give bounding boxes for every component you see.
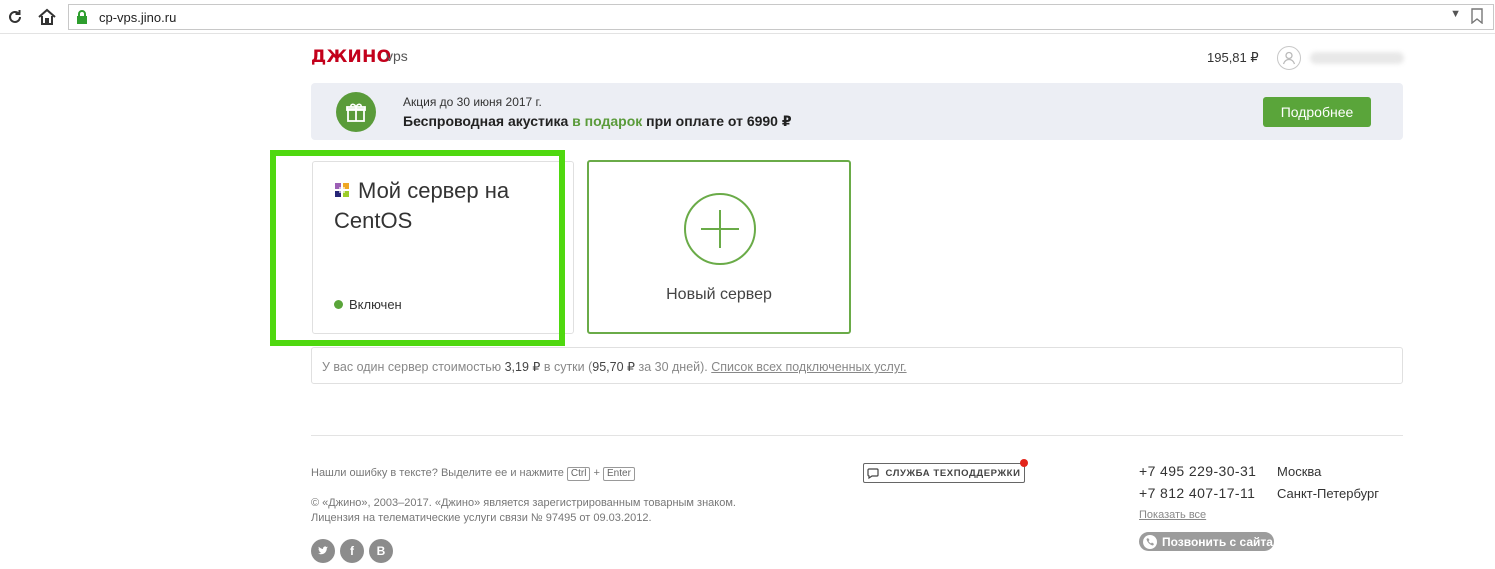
error-report-hint: Нашли ошибку в тексте? Выделите ее и наж…: [311, 467, 635, 481]
show-all-phones-link[interactable]: Показать все: [1139, 509, 1206, 521]
new-server-card[interactable]: Новый сервер: [587, 160, 851, 334]
chevron-down-icon[interactable]: ▼: [1450, 8, 1461, 20]
user-icon: [1282, 51, 1296, 65]
servers-summary: У вас один сервер стоимостью 3,19 ₽ в су…: [311, 347, 1403, 384]
promo-headline: Беспроводная акустика в подарок при опла…: [403, 113, 792, 129]
reload-icon[interactable]: [4, 6, 26, 28]
license: Лицензия на телематические услуги связи …: [311, 512, 652, 524]
promo-banner: Акция до 30 июня 2017 г. Беспроводная ак…: [311, 83, 1403, 140]
divider: [311, 435, 1403, 436]
new-server-label: Новый сервер: [666, 286, 772, 303]
browser-toolbar: cp-vps.jino.ru ▼: [0, 0, 1495, 34]
facebook-icon[interactable]: f: [340, 539, 364, 563]
bookmark-icon[interactable]: [1471, 8, 1485, 25]
city-moscow: Москва: [1277, 464, 1322, 479]
city-spb: Санкт-Петербург: [1277, 486, 1379, 501]
plus-circle-icon: [684, 193, 756, 265]
account-balance[interactable]: 195,81 ₽: [1207, 50, 1259, 66]
chat-icon: [867, 467, 880, 479]
username-blurred[interactable]: [1310, 52, 1404, 64]
all-services-link[interactable]: Список всех подключенных услуг.: [711, 360, 906, 374]
address-bar[interactable]: cp-vps.jino.ru ▼: [68, 4, 1494, 30]
key-enter: Enter: [603, 467, 635, 481]
support-button[interactable]: СЛУЖБА ТЕХПОДДЕРЖКИ: [863, 459, 1028, 483]
promo-date: Акция до 30 июня 2017 г.: [403, 95, 542, 109]
logo[interactable]: ДЖИНО: [311, 47, 391, 67]
avatar[interactable]: [1277, 46, 1301, 70]
copyright: © «Джино», 2003–2017. «Джино» является з…: [311, 497, 736, 509]
url-text: cp-vps.jino.ru: [99, 10, 177, 25]
promo-details-button[interactable]: Подробнее: [1263, 97, 1371, 127]
lock-icon: [75, 9, 89, 30]
notification-dot: [1020, 459, 1028, 467]
key-ctrl: Ctrl: [566, 467, 591, 481]
selection-highlight: [270, 150, 565, 346]
call-from-site-button[interactable]: Позвонить с сайта: [1139, 532, 1274, 551]
home-icon[interactable]: [36, 6, 58, 28]
gift-icon: [336, 92, 376, 132]
twitter-icon[interactable]: [311, 539, 335, 563]
phone-icon: [1143, 534, 1157, 549]
logo-subtitle: vps: [386, 48, 408, 64]
phone-moscow[interactable]: +7 495 229-30-31: [1139, 463, 1256, 479]
phone-spb[interactable]: +7 812 407-17-11: [1139, 485, 1255, 501]
vk-icon[interactable]: В: [369, 539, 393, 563]
